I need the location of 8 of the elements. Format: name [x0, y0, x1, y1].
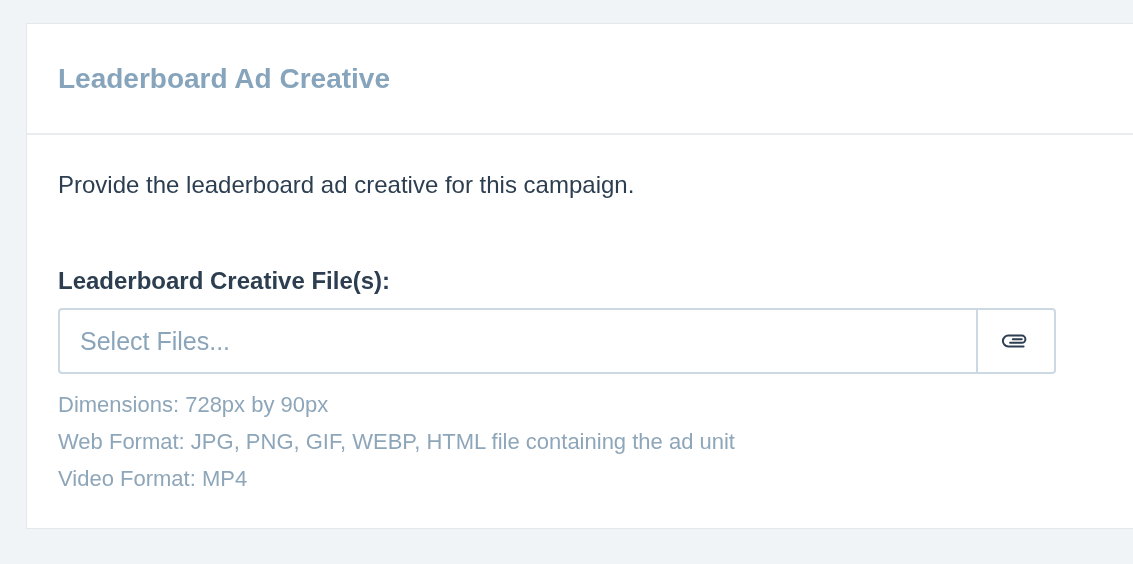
- field-label: Leaderboard Creative File(s):: [58, 267, 392, 295]
- description: Provide the leaderboard ad creative for this campaign.: [58, 171, 636, 199]
- attach-button[interactable]: [976, 308, 1056, 374]
- hint-text: Dimensions: 728px by 90px: [58, 391, 330, 419]
- card-title: Leaderboard Ad Creative: [58, 62, 390, 95]
- file-field[interactable]: Select Files...: [58, 308, 976, 374]
- hint-text: Web Format: JPG, PNG, GIF, WEBP, HTML file containing the ad unit: [58, 428, 736, 456]
- hint-text: Video Format: MP4: [58, 465, 249, 493]
